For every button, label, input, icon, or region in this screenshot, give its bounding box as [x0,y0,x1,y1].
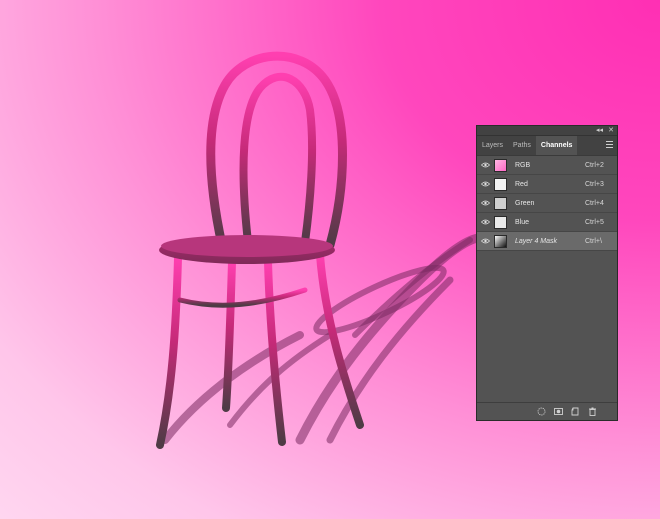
channel-row-layer-4-mask[interactable]: Layer 4 Mask Ctrl+\ [477,232,617,251]
visibility-eye-icon[interactable] [477,219,493,225]
channel-shortcut: Ctrl+5 [585,218,604,226]
channel-name: Layer 4 Mask [515,237,558,245]
visibility-eye-icon[interactable] [477,181,493,187]
visibility-eye-icon[interactable] [477,200,493,206]
channels-panel[interactable]: ◂◂ ✕ Layers Paths Channels RGB Ctrl+2 Re… [476,125,618,421]
channel-row-blue[interactable]: Blue Ctrl+5 [477,213,617,232]
channel-name: RGB [515,161,531,169]
panel-tabs: Layers Paths Channels [477,136,617,156]
panel-titlebar[interactable]: ◂◂ ✕ [477,126,617,136]
visibility-eye-icon[interactable] [477,162,493,168]
channel-shortcut: Ctrl+3 [585,180,604,188]
blue-thumbnail-icon [494,215,507,229]
visibility-eye-icon[interactable] [477,238,493,244]
channel-row-rgb[interactable]: RGB Ctrl+2 [477,156,617,175]
tab-layers[interactable]: Layers [477,136,508,155]
channel-shortcut: Ctrl+\ [585,237,602,245]
load-selection-icon[interactable] [537,407,546,416]
mask-thumbnail-icon [494,234,507,248]
channel-row-red[interactable]: Red Ctrl+3 [477,175,617,194]
channel-row-green[interactable]: Green Ctrl+4 [477,194,617,213]
collapse-panel-icon[interactable]: ◂◂ [596,126,603,135]
chair-seat [159,235,335,264]
new-channel-icon[interactable] [571,407,580,416]
panel-footer [477,402,617,420]
rgb-thumbnail-icon [494,158,507,172]
red-thumbnail-icon [494,177,507,191]
channel-name: Green [515,199,535,207]
close-panel-icon[interactable]: ✕ [608,126,614,135]
channel-shortcut: Ctrl+4 [585,199,604,207]
trash-icon[interactable] [588,407,597,416]
channel-name: Blue [515,218,530,226]
green-thumbnail-icon [494,196,507,210]
chair-backrest [206,51,347,250]
panel-menu-icon[interactable] [606,141,613,150]
channel-name: Red [515,180,528,188]
save-selection-icon[interactable] [554,407,563,416]
tab-paths[interactable]: Paths [508,136,536,155]
channel-shortcut: Ctrl+2 [585,161,604,169]
tab-channels[interactable]: Channels [535,136,578,155]
